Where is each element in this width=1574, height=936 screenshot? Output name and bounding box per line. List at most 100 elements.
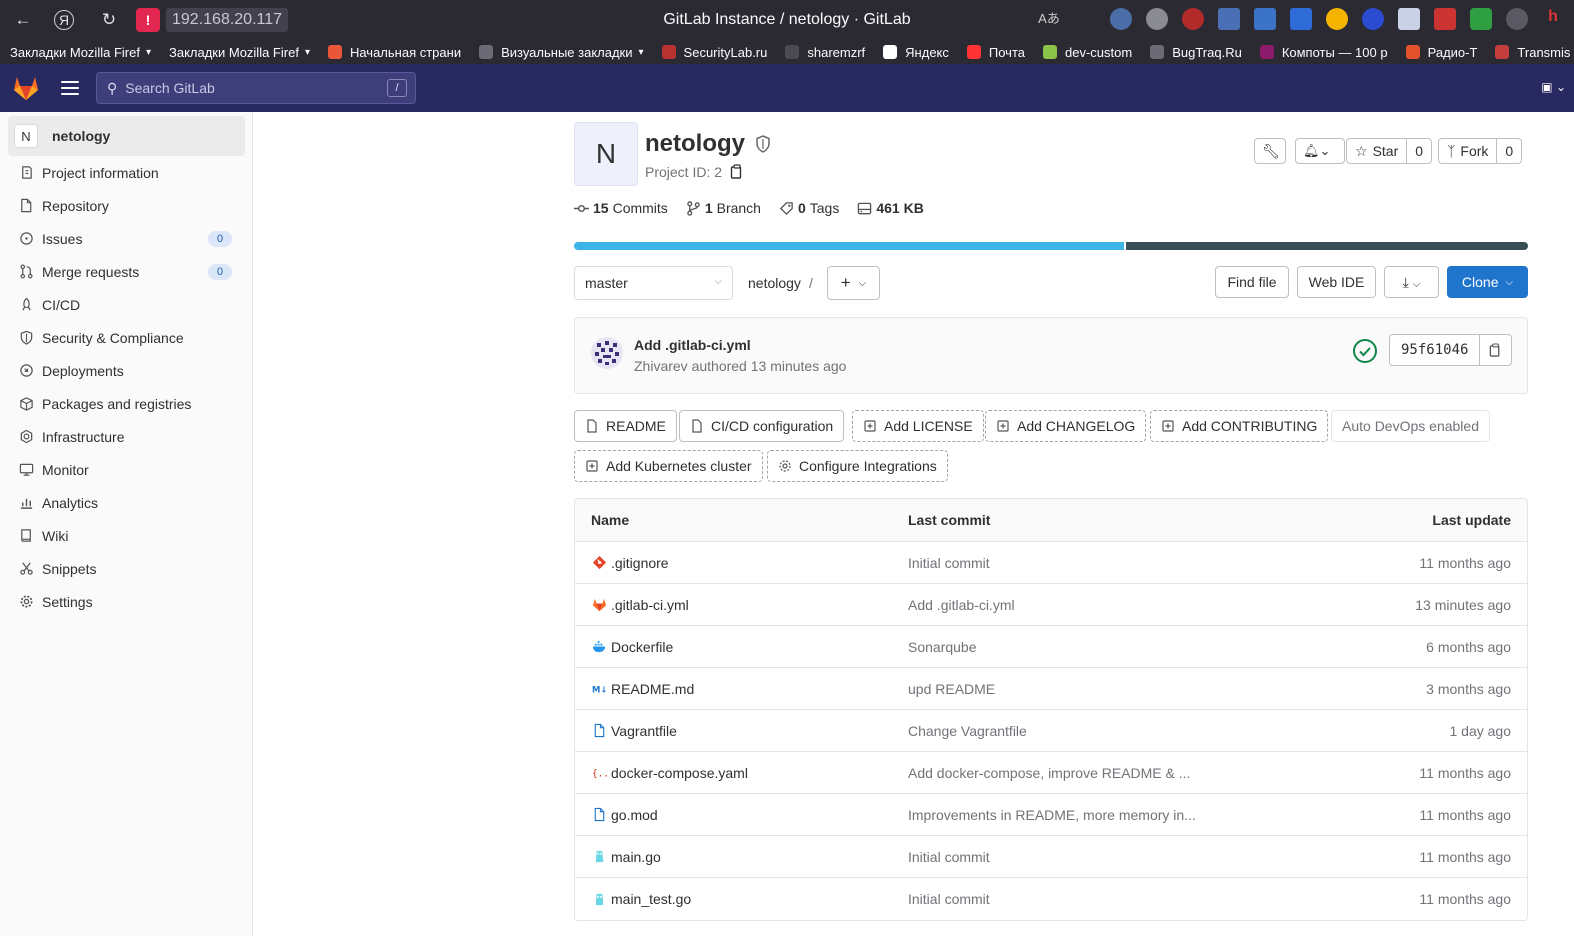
cicd-configuration-button[interactable]: CI/CD configuration <box>679 410 845 442</box>
extension-icon-1[interactable] <box>1110 8 1132 30</box>
commits-link[interactable]: 15 Commits <box>574 200 668 216</box>
project-settings-button[interactable]: 🔧︎ <box>1254 138 1286 164</box>
bookmark-item[interactable]: dev-custom <box>1043 45 1132 60</box>
commit-sha[interactable]: 95f61046 <box>1390 335 1479 365</box>
tags-link[interactable]: 0 Tags <box>779 200 839 216</box>
copy-project-id-icon[interactable] <box>730 164 744 180</box>
bookmark-item[interactable]: sharemzrf <box>785 45 865 60</box>
extension-icon-8[interactable] <box>1362 8 1384 30</box>
branches-link[interactable]: 1 Branch <box>686 200 761 216</box>
file-name-link[interactable]: go.mod <box>591 807 658 823</box>
search-input[interactable]: ⚲ Search GitLab / <box>96 72 416 104</box>
fork-button[interactable]: ᛉ Fork <box>1439 139 1496 163</box>
extension-icon-10[interactable] <box>1434 8 1456 30</box>
file-last-commit-link[interactable]: Initial commit <box>908 891 990 907</box>
find-file-button[interactable]: Find file <box>1215 266 1289 298</box>
copy-sha-icon[interactable] <box>1479 335 1511 365</box>
file-name-link[interactable]: main.go <box>591 849 661 865</box>
extension-icon-6[interactable] <box>1290 8 1312 30</box>
new-item-icon[interactable]: ▣ ⌄ <box>1541 80 1566 94</box>
star-button[interactable]: ☆ Star <box>1347 139 1406 163</box>
notification-dropdown[interactable]: 🔔︎⌄ <box>1295 138 1345 164</box>
author-avatar[interactable] <box>591 337 623 369</box>
sidebar-item-packages-and-registries[interactable]: Packages and registries <box>0 387 253 420</box>
sidebar-item-project-information[interactable]: Project information <box>0 156 253 189</box>
back-arrow-icon[interactable]: ← <box>8 5 38 35</box>
reload-icon[interactable]: ↻ <box>94 5 124 35</box>
extension-icon-9[interactable] <box>1398 8 1420 30</box>
file-name-link[interactable]: .gitignore <box>591 555 669 571</box>
yandex-icon[interactable]: Я <box>54 10 74 30</box>
download-dropdown[interactable]: ⤓︎ ⌵ <box>1384 266 1439 298</box>
star-button-group[interactable]: ☆ Star 0 <box>1346 138 1433 164</box>
sidebar-item-ci-cd[interactable]: CI/CD <box>0 288 253 321</box>
file-last-commit-link[interactable]: Add .gitlab-ci.yml <box>908 597 1015 613</box>
bookmark-item[interactable]: Закладки Mozilla Firef ▾ <box>169 45 310 60</box>
bookmark-item[interactable]: Компоты — 100 р <box>1259 45 1388 60</box>
file-name-link[interactable]: M↓ README.md <box>591 681 695 697</box>
gitlab-logo-icon[interactable] <box>12 75 40 101</box>
bookmark-star-icon[interactable] <box>1074 8 1096 30</box>
add-to-tree-dropdown[interactable]: + ⌵ <box>827 266 880 300</box>
file-name-link[interactable]: {..} docker-compose.yaml <box>591 765 748 781</box>
add-license-button[interactable]: Add LICENSE <box>852 410 984 442</box>
extension-icon-5[interactable] <box>1254 8 1276 30</box>
file-name-link[interactable]: Dockerfile <box>591 639 673 655</box>
clone-dropdown[interactable]: Clone ⌵ <box>1447 266 1528 298</box>
bookmark-item[interactable]: Радио-Т <box>1405 45 1477 60</box>
file-last-commit-link[interactable]: Initial commit <box>908 849 990 865</box>
web-ide-button[interactable]: Web IDE <box>1297 266 1376 298</box>
bookmark-item[interactable]: SecurityLab.ru <box>661 45 767 60</box>
bookmark-item[interactable]: Визуальные закладки ▾ <box>479 45 644 60</box>
extension-icon-11[interactable] <box>1470 8 1492 30</box>
star-count[interactable]: 0 <box>1406 139 1431 163</box>
file-name-link[interactable]: Vagrantfile <box>591 723 677 739</box>
sidebar-item-monitor[interactable]: Monitor <box>0 453 253 486</box>
translate-icon[interactable]: Aあ <box>1038 8 1060 30</box>
bookmark-item[interactable]: Начальная страни <box>327 45 461 60</box>
sidebar-item-security-compliance[interactable]: Security & Compliance <box>0 321 253 354</box>
bookmark-item[interactable]: Почта <box>966 45 1025 60</box>
file-name-link[interactable]: main_test.go <box>591 891 691 907</box>
fork-count[interactable]: 0 <box>1496 139 1521 163</box>
add-contributing-button[interactable]: Add CONTRIBUTING <box>1150 410 1329 442</box>
file-last-commit-link[interactable]: Initial commit <box>908 555 990 571</box>
visibility-shield-icon[interactable] <box>755 135 771 153</box>
breadcrumb-root[interactable]: netology <box>748 275 801 291</box>
bookmark-item[interactable]: BugTraq.Ru <box>1150 45 1242 60</box>
insecure-warning-icon[interactable]: ! <box>136 8 160 32</box>
url-text[interactable]: 192.168.20.117 <box>166 8 289 32</box>
sidebar-item-issues[interactable]: Issues 0 <box>0 222 253 255</box>
file-name-link[interactable]: .gitlab-ci.yml <box>591 597 689 613</box>
extension-icon-7[interactable] <box>1326 8 1348 30</box>
extension-icon-12[interactable] <box>1506 8 1528 30</box>
sidebar-item-deployments[interactable]: Deployments <box>0 354 253 387</box>
language-segment[interactable] <box>1126 242 1528 250</box>
file-last-commit-link[interactable]: upd README <box>908 681 995 697</box>
add-changelog-button[interactable]: Add CHANGELOG <box>985 410 1147 442</box>
file-last-commit-link[interactable]: Improvements in README, more memory in..… <box>908 807 1196 823</box>
sidebar-item-analytics[interactable]: Analytics <box>0 486 253 519</box>
bookmark-item[interactable]: Закладки Mozilla Firef ▾ <box>10 45 151 60</box>
fork-button-group[interactable]: ᛉ Fork 0 <box>1438 138 1523 164</box>
bookmark-item[interactable]: Transmis <box>1495 45 1570 60</box>
sidebar-project-header[interactable]: N netology <box>8 116 245 156</box>
extension-icon-4[interactable] <box>1218 8 1240 30</box>
sidebar-item-snippets[interactable]: Snippets <box>0 552 253 585</box>
extension-icon-13[interactable]: h <box>1542 8 1564 30</box>
sidebar-item-merge-requests[interactable]: Merge requests 0 <box>0 255 253 288</box>
readme-button[interactable]: README <box>574 410 677 442</box>
sidebar-item-settings[interactable]: Settings <box>0 585 253 618</box>
file-last-commit-link[interactable]: Sonarqube <box>908 639 977 655</box>
sidebar-item-infrastructure[interactable]: Infrastructure <box>0 420 253 453</box>
branch-select[interactable]: master ⌵ <box>574 266 733 300</box>
extension-icon-3[interactable] <box>1182 8 1204 30</box>
commit-title[interactable]: Add .gitlab-ci.yml <box>634 337 751 353</box>
language-segment[interactable] <box>574 242 1125 250</box>
bookmark-item[interactable]: Яндекс <box>883 45 949 60</box>
file-last-commit-link[interactable]: Change Vagrantfile <box>908 723 1027 739</box>
configure-integrations-button[interactable]: Configure Integrations <box>767 450 948 482</box>
extension-icon-2[interactable] <box>1146 8 1168 30</box>
sidebar-item-repository[interactable]: Repository <box>0 189 253 222</box>
sidebar-item-wiki[interactable]: Wiki <box>0 519 253 552</box>
